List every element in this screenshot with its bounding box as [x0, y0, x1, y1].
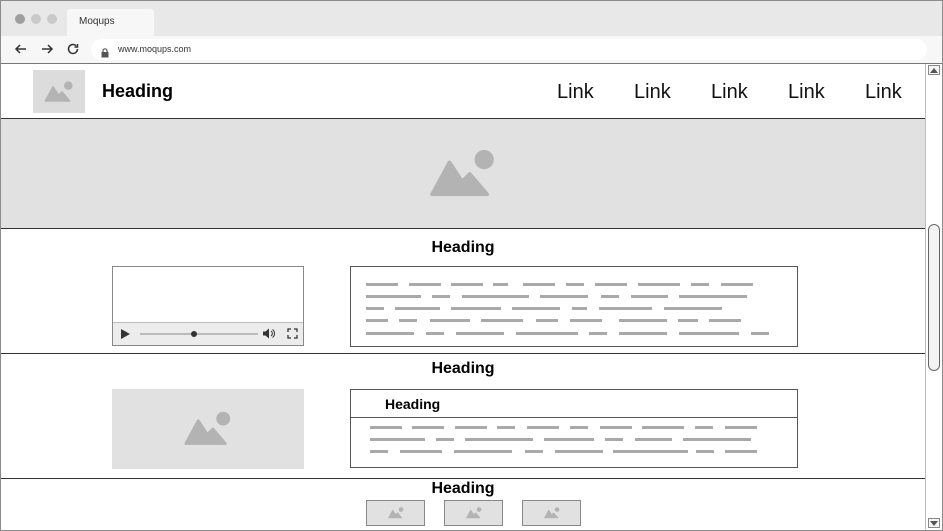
video-progress-track[interactable] [140, 333, 258, 335]
window-minimize-button[interactable] [31, 14, 41, 24]
section-heading: Heading [431, 360, 495, 377]
nav-link-2[interactable]: Link [634, 81, 671, 104]
text-block [350, 266, 798, 347]
section-heading: Heading [431, 480, 495, 497]
site-logo[interactable] [33, 70, 85, 113]
image-placeholder-icon [543, 507, 559, 519]
content-section-image: Heading Heading [1, 354, 925, 479]
arrow-left-icon[interactable] [12, 40, 30, 58]
vertical-scrollbar[interactable] [925, 64, 942, 530]
section-image [112, 389, 304, 469]
image-placeholder-icon [430, 149, 494, 196]
browser-window: Moqups www.moqups.com Heading Link Link … [0, 0, 943, 531]
site-header: Heading Link Link Link Link Link [1, 64, 925, 119]
scroll-up-icon[interactable] [928, 65, 940, 75]
gallery-thumbnail-1[interactable] [366, 500, 425, 526]
nav-link-4[interactable]: Link [788, 81, 825, 104]
image-placeholder-icon [387, 507, 403, 519]
browser-titlebar: Moqups [1, 1, 942, 36]
browser-toolbar: www.moqups.com [1, 36, 942, 64]
scroll-down-icon[interactable] [928, 518, 940, 528]
url-text: www.moqups.com [118, 44, 192, 54]
window-close-button[interactable] [15, 14, 25, 24]
gallery-thumbnail-3[interactable] [522, 500, 581, 526]
page-viewport: Heading Link Link Link Link Link Heading [1, 64, 925, 530]
volume-icon[interactable] [262, 327, 275, 340]
content-section-video: Heading [1, 229, 925, 354]
text-panel: Heading [350, 389, 798, 468]
window-maximize-button[interactable] [47, 14, 57, 24]
browser-tab[interactable]: Moqups [67, 9, 154, 36]
nav-link-3[interactable]: Link [711, 81, 748, 104]
video-controls [113, 322, 303, 345]
video-player[interactable] [112, 266, 304, 346]
nav-link-1[interactable]: Link [557, 81, 594, 104]
gallery-thumbnail-2[interactable] [444, 500, 503, 526]
image-placeholder-icon [44, 80, 73, 102]
video-progress-handle[interactable] [191, 331, 197, 337]
hero-image [1, 119, 925, 229]
reload-icon[interactable] [64, 40, 82, 58]
panel-divider [351, 417, 797, 418]
content-section-gallery: Heading [1, 479, 925, 530]
panel-title: Heading [385, 396, 441, 412]
scrollbar-thumb[interactable] [928, 224, 940, 371]
lock-icon [101, 45, 109, 66]
address-bar[interactable]: www.moqups.com [91, 39, 927, 60]
nav-link-5[interactable]: Link [865, 81, 902, 104]
fullscreen-icon[interactable] [287, 328, 298, 339]
site-heading: Heading [102, 81, 174, 101]
play-icon[interactable] [121, 329, 130, 339]
arrow-right-icon[interactable] [38, 40, 56, 58]
image-placeholder-icon [184, 411, 231, 445]
section-heading: Heading [431, 239, 495, 256]
image-placeholder-icon [465, 507, 481, 519]
